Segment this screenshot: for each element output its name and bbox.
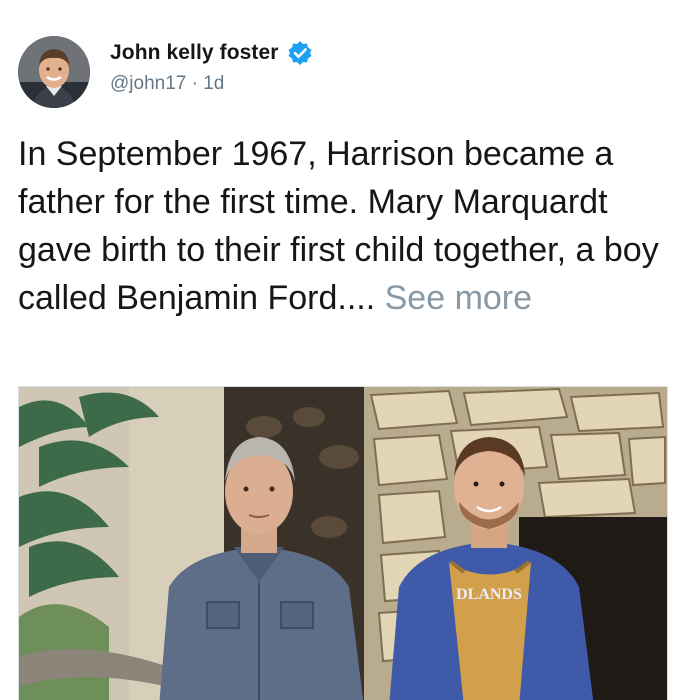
see-more-link[interactable]: See more (385, 279, 532, 317)
tweet-card[interactable]: John kelly foster @john17 · 1d In Septem… (0, 0, 700, 700)
tweet-body: In September 1967, Harrison became a fat… (18, 135, 659, 317)
handle-row: @john17 · 1d (110, 73, 224, 95)
display-name[interactable]: John kelly foster (110, 41, 279, 65)
tweet-photo[interactable]: DLANDS (18, 386, 668, 700)
author-name-row: John kelly foster (110, 40, 313, 66)
avatar[interactable] (18, 36, 90, 108)
photo-image: DLANDS (19, 387, 667, 700)
tweet-text: In September 1967, Harrison became a fat… (18, 130, 688, 322)
apron-text: DLANDS (456, 586, 522, 603)
timestamp[interactable]: 1d (203, 73, 224, 94)
profile-photo-icon (18, 36, 90, 108)
separator: · (191, 73, 204, 94)
handle[interactable]: @john17 (110, 73, 186, 94)
verified-badge-icon (287, 40, 313, 66)
